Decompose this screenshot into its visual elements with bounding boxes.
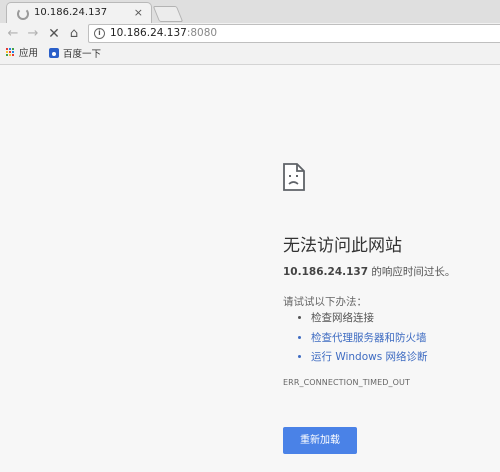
suggestions-list: 检查网络连接 检查代理服务器和防火墙 运行 Windows 网络诊断 bbox=[283, 309, 428, 368]
tab-close-icon[interactable]: × bbox=[134, 6, 143, 19]
bookmark-baidu[interactable]: 百度一下 bbox=[49, 48, 101, 62]
error-host: 10.186.24.137 bbox=[283, 266, 369, 278]
toolbar: ← → ✕ ⌂ i 10.186.24.137:8080 bbox=[0, 23, 500, 45]
tab-strip: 10.186.24.137 × bbox=[0, 0, 500, 24]
back-arrow-icon[interactable]: ← bbox=[5, 25, 21, 43]
suggestions-heading: 请试试以下办法： bbox=[283, 296, 367, 308]
url-port: :8080 bbox=[186, 27, 218, 39]
sad-document-icon bbox=[283, 163, 305, 191]
error-host-suffix: 的响应时间过长。 bbox=[368, 266, 456, 278]
error-code: ERR_CONNECTION_TIMED_OUT bbox=[283, 378, 410, 387]
suggestion-run-diagnostics-link[interactable]: 运行 Windows 网络诊断 bbox=[311, 348, 428, 368]
reload-button[interactable]: 重新加载 bbox=[283, 427, 357, 454]
home-icon[interactable]: ⌂ bbox=[66, 25, 82, 43]
baidu-paw-icon bbox=[49, 48, 59, 58]
forward-arrow-icon[interactable]: → bbox=[25, 25, 41, 43]
tab-active[interactable]: 10.186.24.137 × bbox=[6, 2, 152, 23]
suggestion-check-proxy-link[interactable]: 检查代理服务器和防火墙 bbox=[311, 329, 428, 349]
bookmark-baidu-label: 百度一下 bbox=[63, 49, 102, 60]
apps-grid-icon bbox=[6, 48, 15, 57]
suggestion-check-network: 检查网络连接 bbox=[311, 309, 428, 329]
stop-loading-icon[interactable]: ✕ bbox=[46, 25, 62, 43]
address-bar[interactable]: i 10.186.24.137:8080 bbox=[88, 24, 500, 43]
loading-spinner-icon bbox=[17, 8, 29, 20]
new-tab-button[interactable] bbox=[152, 6, 184, 22]
bookmark-apps[interactable]: 应用 bbox=[6, 48, 38, 62]
error-title: 无法访问此网站 bbox=[283, 236, 402, 256]
bookmarks-bar: 应用 百度一下 bbox=[0, 45, 500, 65]
bookmark-apps-label: 应用 bbox=[19, 48, 39, 59]
error-page: 无法访问此网站 10.186.24.137 的响应时间过长。 请试试以下办法： … bbox=[0, 65, 500, 472]
site-info-icon[interactable]: i bbox=[94, 28, 105, 39]
tab-title: 10.186.24.137 bbox=[34, 7, 108, 18]
error-message: 10.186.24.137 的响应时间过长。 bbox=[283, 264, 455, 279]
url-text[interactable]: 10.186.24.137:8080 bbox=[110, 27, 217, 39]
url-host: 10.186.24.137 bbox=[110, 27, 187, 39]
